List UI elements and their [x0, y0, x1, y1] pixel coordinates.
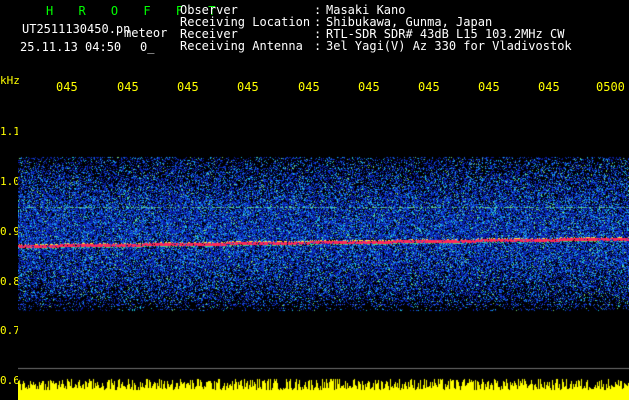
y-tick-label: 0.6 [0, 374, 20, 387]
time-axis: 045 045 045 045 045 045 045 045 045 0500 [0, 80, 629, 94]
station-info: Observer: Masaki Kano Receiving Location:… [180, 4, 572, 52]
event-tag: meteor [124, 26, 168, 40]
y-tick-label: 1.0 [0, 175, 20, 188]
y-tick-label: 0.8 [0, 275, 20, 288]
time-tick: 045 [478, 80, 500, 94]
time-tick: 045 [177, 80, 199, 94]
time-tick: 0500 [596, 80, 625, 94]
time-tick: 045 [538, 80, 560, 94]
spectrogram-canvas [18, 96, 629, 400]
file-name: UT2511130450.pn [22, 22, 131, 36]
y-tick-label: 0.7 [0, 324, 20, 337]
timestamp: 25.11.13 04:50 [20, 40, 122, 54]
time-tick: 045 [237, 80, 259, 94]
time-tick: 045 [298, 80, 320, 94]
info-row-antenna: Receiving Antenna:3el Yagi(V) Az 330 for… [180, 39, 572, 53]
header: H R O F F T UT2511130450.pn meteor 25.11… [0, 0, 629, 72]
spectrogram [18, 96, 629, 400]
time-tick: 045 [117, 80, 139, 94]
y-tick-label: 1.1 [0, 125, 20, 138]
count-value: 0_ [140, 40, 155, 54]
time-tick: 045 [358, 80, 380, 94]
time-tick: 045 [56, 80, 78, 94]
y-tick-label: 0.9 [0, 225, 20, 238]
time-tick: 045 [418, 80, 440, 94]
